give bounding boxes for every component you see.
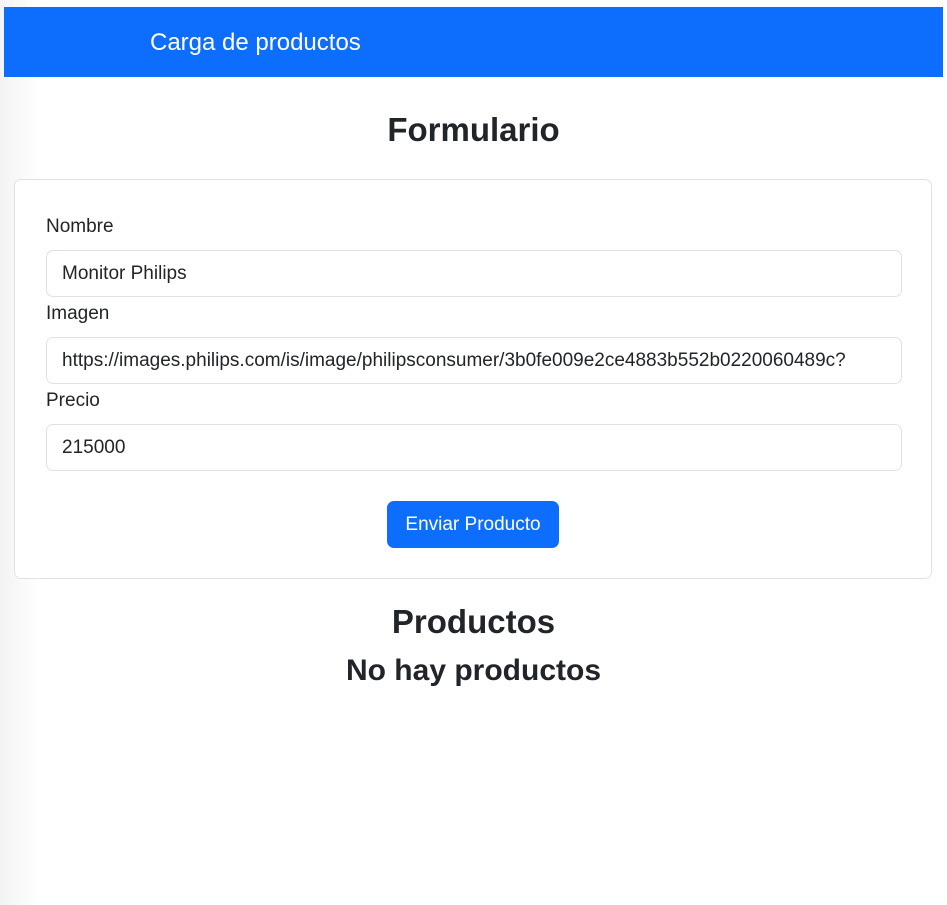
empty-products-message: No hay productos (345, 654, 601, 687)
image-label: Imagen (46, 303, 110, 324)
products-title: Productos (391, 603, 556, 640)
image-url-input[interactable] (46, 337, 902, 384)
price-input[interactable] (46, 424, 902, 471)
navbar-brand[interactable]: Carga de productos (150, 7, 361, 77)
navbar: Carga de productos (4, 7, 943, 77)
page: Carga de productos Formulario Nombre Ima… (0, 0, 947, 905)
submit-product-button[interactable]: Enviar Producto (387, 501, 559, 548)
price-label: Precio (46, 390, 100, 411)
product-form-card: Nombre Imagen Precio Enviar Producto (14, 179, 932, 579)
name-label: Nombre (46, 216, 114, 237)
name-input[interactable] (46, 250, 902, 297)
form-title: Formulario (387, 111, 560, 148)
